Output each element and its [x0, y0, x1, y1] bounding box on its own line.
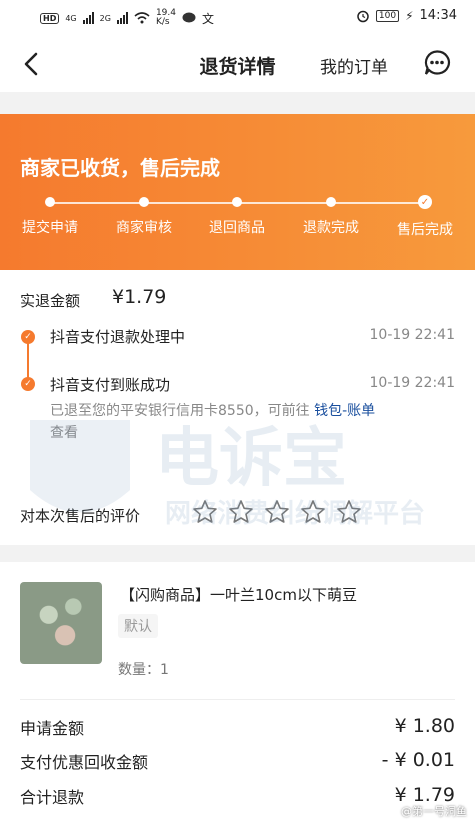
star-icon[interactable]: [228, 499, 254, 525]
wifi-icon: [134, 12, 150, 24]
divider: [20, 699, 455, 700]
timeline-time: 10-19 22:41: [369, 375, 455, 391]
timeline-check-icon: ✓: [21, 330, 35, 344]
summary-label: 合计退款: [20, 788, 85, 807]
page-title: 退货详情: [199, 56, 276, 78]
signal-icon: [82, 12, 94, 24]
clock: 14:34: [419, 8, 457, 23]
timeline-text: 抖音支付退款处理中: [50, 328, 186, 346]
refund-amount-label: 实退金额: [20, 292, 81, 310]
star-icon[interactable]: [264, 499, 290, 525]
product-card: 【闪购商品】一叶兰10cm以下萌豆 默认 数量：1 申请金额 ¥ 1.80 支付…: [0, 562, 475, 823]
refund-amount: ¥1.79: [112, 286, 167, 308]
refund-destination-suffix: 查看: [50, 425, 78, 441]
summary-value: ¥ 1.80: [394, 715, 455, 737]
status-left: HD 4G 2G 19.4 K/s 文: [40, 9, 214, 27]
status-right: 100 ⚡ 14:34: [356, 8, 457, 23]
hd-badge: HD: [40, 12, 60, 24]
signal-icon-2: [116, 12, 128, 24]
chat-more-icon[interactable]: [423, 49, 451, 77]
step-label: 提交申请: [22, 220, 78, 236]
chat-bubble-icon: [182, 12, 196, 23]
summary-label: 申请金额: [20, 719, 85, 738]
summary-row: 申请金额 ¥ 1.80: [20, 715, 455, 739]
summary-row: 合计退款 ¥ 1.79: [20, 784, 455, 808]
star-icon[interactable]: [192, 499, 218, 525]
star-icon[interactable]: [300, 499, 326, 525]
step-submit: 提交申请: [5, 196, 95, 237]
step-dot: [45, 197, 55, 207]
product-thumbnail[interactable]: [20, 582, 102, 664]
step-label: 商家审核: [116, 220, 172, 236]
charging-icon: ⚡: [405, 8, 414, 23]
step-aftersale-complete: ✓ 售后完成: [380, 195, 470, 239]
timeline-line: [27, 340, 29, 382]
my-orders-link[interactable]: 我的订单: [320, 53, 388, 78]
check-icon: ✓: [418, 195, 432, 209]
product-quantity: 数量：1: [118, 662, 169, 678]
wallet-bill-link[interactable]: 钱包-账单: [314, 403, 375, 419]
refund-destination-prefix: 已退至您的平安银行信用卡8550，可前往: [50, 403, 315, 419]
battery-icon: 100: [375, 9, 400, 22]
star-icon[interactable]: [336, 499, 362, 525]
step-label: 退款完成: [303, 220, 359, 236]
text-input-icon: 文: [201, 11, 214, 26]
timeline-text: 抖音支付到账成功: [50, 376, 171, 394]
status-bar: HD 4G 2G 19.4 K/s 文 100 ⚡ 14:34: [0, 0, 475, 36]
network-speed: 19.4 K/s: [156, 9, 176, 27]
refund-destination-text: 已退至您的平安银行信用卡8550，可前往 钱包-账单查看: [50, 400, 450, 444]
summary-row: 支付优惠回收金额 - ¥ 0.01: [20, 749, 455, 773]
step-merchant-review: 商家审核: [99, 196, 189, 237]
corner-watermark: @第一号洞鱼: [401, 805, 467, 818]
product-title[interactable]: 【闪购商品】一叶兰10cm以下萌豆: [120, 584, 357, 605]
signal-label-2g: 2G: [99, 13, 111, 23]
summary-value: - ¥ 0.01: [381, 749, 455, 771]
step-label: 售后完成: [397, 222, 453, 238]
refund-card: 实退金额 ¥1.79 ✓ 抖音支付退款处理中 10-19 22:41 ✓ 抖音支…: [0, 270, 475, 545]
step-refund-complete: 退款完成: [286, 196, 376, 237]
step-label: 退回商品: [209, 220, 265, 236]
step-dot: [139, 197, 149, 207]
rating-stars: [192, 499, 362, 525]
hero-status-title: 商家已收货，售后完成: [20, 156, 220, 180]
timeline-check-icon: ✓: [21, 377, 35, 391]
navbar: 退货详情 我的订单: [0, 36, 475, 92]
status-hero: 商家已收货，售后完成 提交申请 商家审核 退回商品 退款完成 ✓ 售后完成: [0, 114, 475, 270]
timeline-time: 10-19 22:41: [369, 327, 455, 343]
summary-label: 支付优惠回收金额: [20, 753, 149, 772]
step-dot: [232, 197, 242, 207]
network-speed-unit: K/s: [155, 17, 170, 27]
step-return-goods: 退回商品: [192, 196, 282, 237]
rating-label: 对本次售后的评价: [20, 507, 141, 525]
product-spec: 默认: [118, 614, 158, 638]
signal-label-4g: 4G: [65, 13, 77, 23]
alarm-icon: [357, 10, 369, 22]
step-dot: [326, 197, 336, 207]
